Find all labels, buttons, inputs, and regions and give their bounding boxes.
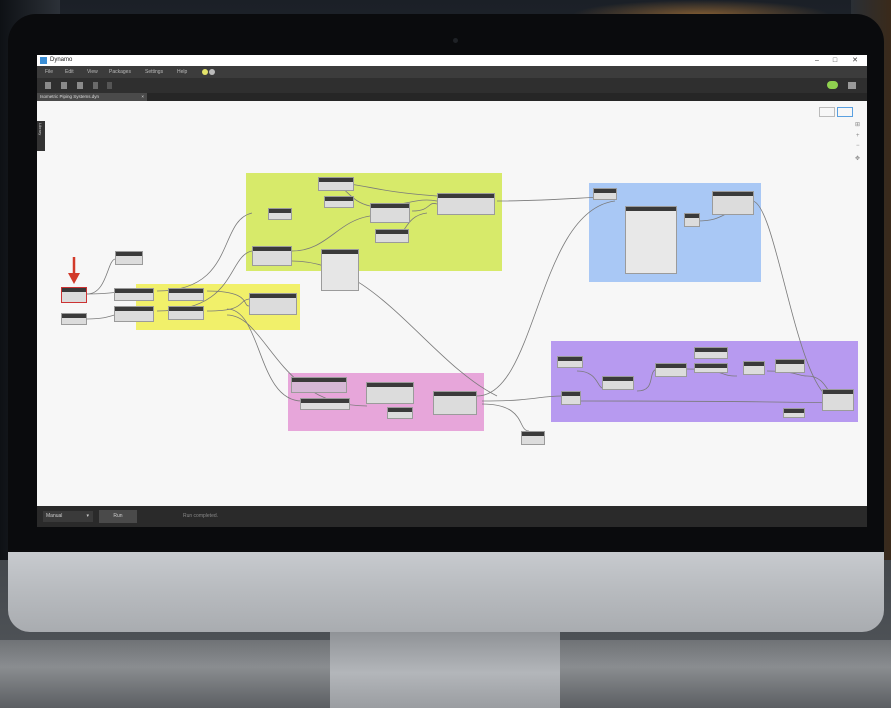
node-yellow-1[interactable] [114,288,154,301]
node-yellow-2[interactable] [114,306,154,322]
toolbar [37,78,867,93]
minimize-button[interactable]: – [809,55,825,66]
node-green-5[interactable] [370,203,410,223]
node-pink-3[interactable] [366,382,414,404]
node-purple-1[interactable] [557,356,583,368]
node-code-block[interactable] [115,251,143,265]
node-blue-2[interactable] [684,213,700,227]
camera [453,38,458,43]
graph-canvas[interactable]: Library ⊞ + − ✥ [37,101,867,506]
node-blue-3[interactable] [712,191,754,215]
title-bar: Dynamo – □ ✕ [37,55,867,66]
cloud-icon[interactable] [827,81,838,89]
open-file-icon[interactable] [61,82,67,89]
run-button[interactable]: Run [99,510,137,523]
node-yellow-5[interactable] [249,293,297,315]
chevron-down-icon: ▾ [86,513,89,519]
node-purple-7[interactable] [743,361,765,375]
node-blue-list[interactable] [625,206,677,274]
node-green-3[interactable] [318,177,354,191]
node-input[interactable] [61,313,87,325]
menu-view[interactable]: View [87,66,98,78]
monitor-chin [8,548,884,632]
window-title: Dynamo [50,57,73,63]
node-pink-2[interactable] [300,398,350,410]
node-blue-1[interactable] [593,188,617,200]
node-purple-9[interactable] [783,408,805,418]
menu-packages[interactable]: Packages [109,66,131,78]
node-green-7[interactable] [437,193,495,215]
node-green-1[interactable] [268,208,292,220]
maximize-button[interactable]: □ [827,55,843,66]
node-yellow-4[interactable] [168,306,204,320]
node-purple-2[interactable] [561,391,581,405]
undo-icon[interactable] [93,82,98,89]
node-select-model-elements[interactable] [61,287,87,303]
user-icon[interactable] [209,69,215,75]
menu-file[interactable]: File [45,66,53,78]
node-watch[interactable] [521,431,545,445]
camera-icon[interactable] [848,82,856,89]
menu-edit[interactable]: Edit [65,66,74,78]
close-button[interactable]: ✕ [847,55,863,66]
save-icon[interactable] [77,82,83,89]
node-purple-10[interactable] [822,389,854,411]
new-file-icon[interactable] [45,82,51,89]
node-green-list[interactable] [321,249,359,291]
node-green-6[interactable] [375,229,409,243]
node-purple-3[interactable] [602,376,634,390]
node-pink-1[interactable] [291,377,347,393]
node-pink-4[interactable] [387,407,413,419]
node-yellow-3[interactable] [168,288,204,301]
node-purple-5[interactable] [694,347,728,359]
node-purple-6[interactable] [694,363,728,373]
monitor-stand [330,630,560,708]
dynamo-window: Dynamo – □ ✕ File Edit View Packages Set… [37,55,867,527]
menu-help[interactable]: Help [177,66,187,78]
node-purple-8[interactable] [775,359,805,373]
menu-bar: File Edit View Packages Settings Help [37,66,867,78]
node-purple-4[interactable] [655,363,687,377]
run-mode-select[interactable]: Manual ▾ [43,511,93,522]
run-mode-label: Manual [46,513,63,519]
connector-wires [86,182,838,432]
run-bar: Manual ▾ Run Run completed. [37,506,867,527]
menu-settings[interactable]: Settings [145,66,163,78]
node-pink-5[interactable] [433,391,477,415]
dynamo-app-icon [40,57,47,64]
tab-workspace[interactable]: Isometric Piping Systems.dyn × [37,93,147,101]
notification-icon[interactable] [202,69,208,75]
tab-bar: Isometric Piping Systems.dyn × [37,93,867,101]
node-green-4[interactable] [324,196,354,208]
run-status: Run completed. [183,513,219,519]
redo-icon[interactable] [107,82,112,89]
tab-label: Isometric Piping Systems.dyn [40,94,100,99]
tab-close-icon[interactable]: × [141,93,144,101]
highlight-arrow [68,257,80,284]
node-green-2[interactable] [252,246,292,266]
